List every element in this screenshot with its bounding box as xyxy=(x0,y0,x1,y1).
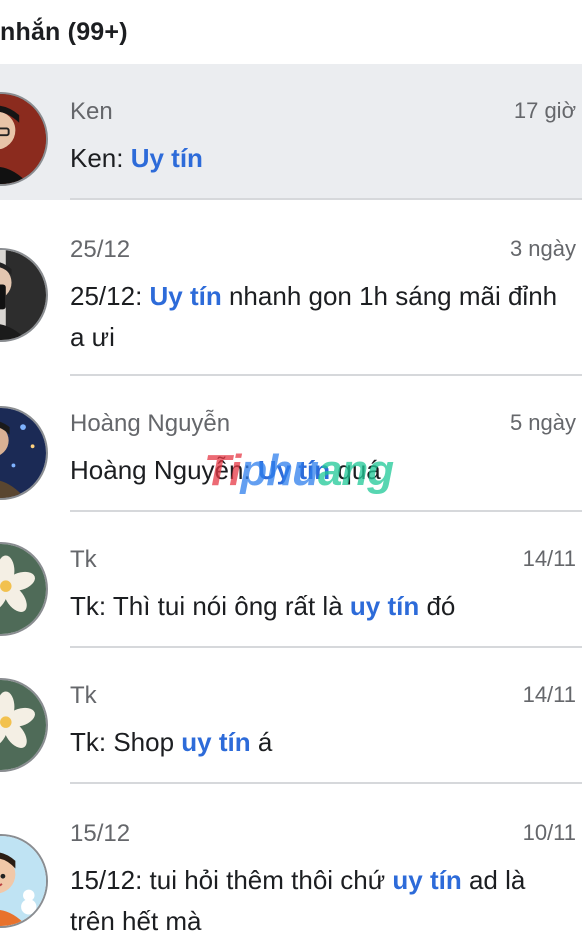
message-text: á xyxy=(250,727,273,757)
avatar-25-12-icon xyxy=(0,250,46,340)
timestamp: 3 ngày xyxy=(509,236,576,261)
message-text: quá xyxy=(330,455,381,485)
timestamp: 10/11 xyxy=(522,820,576,845)
sender-name: Hoàng Nguyễn xyxy=(70,410,231,437)
conversation-item[interactable]: Tk 14/11 Tk: Thì tui nói ông rất là uy t… xyxy=(0,512,582,648)
sender-name: Tk xyxy=(70,546,97,573)
message-text: Ken: xyxy=(70,143,131,173)
message-highlight: Uy tín xyxy=(130,143,203,173)
conversation-item[interactable]: Ken 17 giờ Ken: Uy tín xyxy=(0,64,582,200)
sender-name: 15/12 xyxy=(70,820,131,847)
timestamp: 14/11 xyxy=(522,682,576,707)
message-highlight: uy tín xyxy=(392,865,462,895)
message-text: đó xyxy=(419,591,456,621)
avatar-tk-flower-icon xyxy=(0,680,46,770)
messages-screen: nhắn (99+) Ken 17 giờ Ken: Uy tín 25/12 … xyxy=(0,0,582,946)
message-text: 15/12: tui hỏi thêm thôi chứ xyxy=(70,865,393,895)
avatar xyxy=(0,834,48,928)
timestamp: 14/11 xyxy=(522,546,576,571)
message-text: Tk: Shop xyxy=(70,727,182,757)
message-text: Tk: Thì tui nói ông rất là xyxy=(70,591,350,621)
message-highlight: Uy tín xyxy=(257,455,331,485)
sender-name: Tk xyxy=(70,682,97,709)
avatar-15-12-icon xyxy=(0,836,46,926)
message-text: 25/12: xyxy=(70,281,150,311)
message-highlight: uy tín xyxy=(349,591,420,621)
avatar-hoang-icon xyxy=(0,408,46,498)
sender-name: Ken xyxy=(70,98,113,125)
message-text: Hoàng Nguyễn: xyxy=(70,455,258,485)
avatar xyxy=(0,248,48,342)
message-highlight: Uy tín xyxy=(149,281,222,311)
conversation-item[interactable]: 25/12 3 ngày 25/12: Uy tín nhanh gon 1h … xyxy=(0,200,582,376)
page-title: nhắn (99+) xyxy=(0,18,128,46)
avatar xyxy=(0,542,48,636)
conversation-list: Ken 17 giờ Ken: Uy tín 25/12 3 ngày 25/1… xyxy=(0,64,582,946)
conversation-item[interactable]: 15/12 10/11 15/12: tui hỏi thêm thôi chứ… xyxy=(0,784,582,946)
message-preview: Hoàng Nguyễn: Uy tín quá xyxy=(70,450,570,491)
conversation-item[interactable]: Hoàng Nguyễn 5 ngày Hoàng Nguyễn: Uy tín… xyxy=(0,376,582,512)
message-highlight: uy tín xyxy=(181,727,251,757)
message-preview: Tk: Thì tui nói ông rất là uy tín đó xyxy=(70,586,570,627)
header: nhắn (99+) xyxy=(0,0,582,64)
message-preview: 15/12: tui hỏi thêm thôi chứ uy tín ad l… xyxy=(70,860,570,942)
avatar xyxy=(0,92,48,186)
avatar-tk-flower-icon xyxy=(0,544,46,634)
timestamp: 17 giờ xyxy=(513,98,576,123)
avatar xyxy=(0,678,48,772)
message-preview: 25/12: Uy tín nhanh gon 1h sáng mãi đỉnh… xyxy=(70,276,570,358)
message-preview: Ken: Uy tín xyxy=(70,138,570,179)
avatar xyxy=(0,406,48,500)
avatar-ken-icon xyxy=(0,94,46,184)
timestamp: 5 ngày xyxy=(509,410,576,435)
message-preview: Tk: Shop uy tín á xyxy=(70,722,570,763)
sender-name: 25/12 xyxy=(70,236,131,263)
conversation-item[interactable]: Tk 14/11 Tk: Shop uy tín á xyxy=(0,648,582,784)
